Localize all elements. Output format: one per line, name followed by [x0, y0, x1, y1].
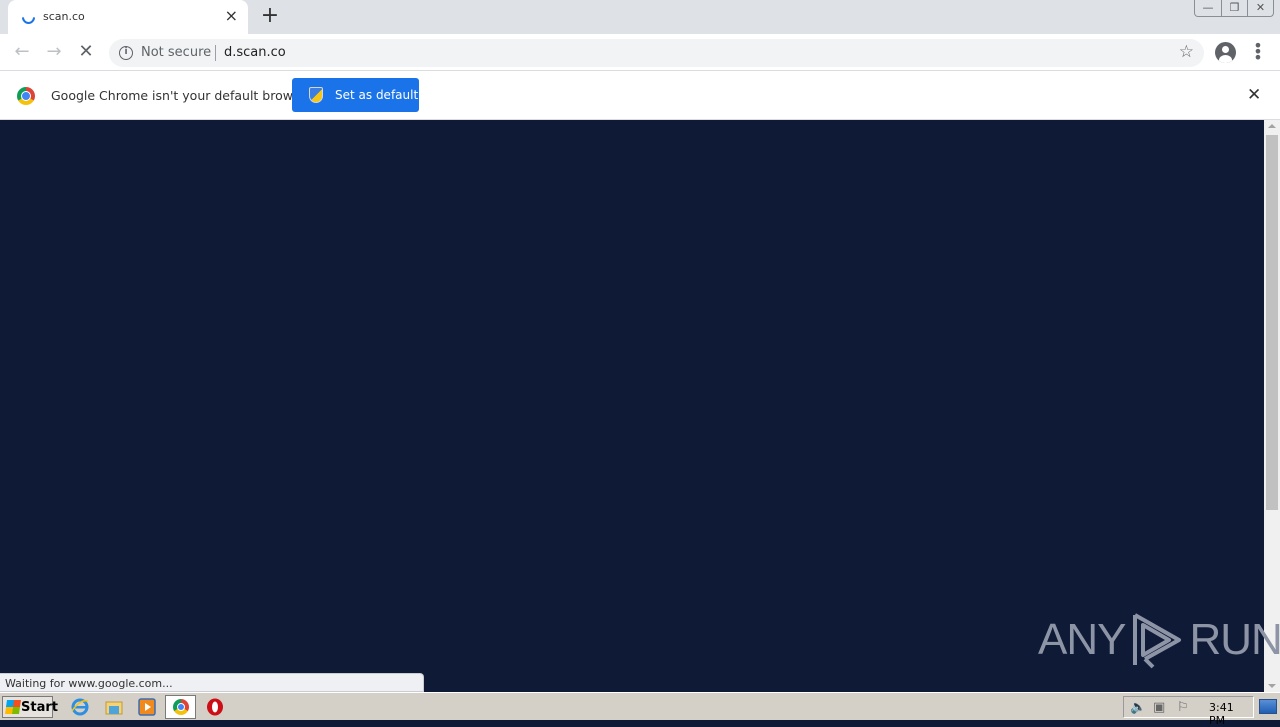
status-bubble: Waiting for www.google.com... — [0, 673, 424, 692]
tab-active[interactable]: scan.co × — [8, 0, 248, 34]
chrome-logo-icon — [17, 87, 35, 105]
profile-avatar-icon[interactable] — [1215, 42, 1236, 63]
bookmark-star-icon[interactable]: ☆ — [1179, 42, 1194, 62]
back-button[interactable]: ← — [10, 41, 34, 63]
media-player-icon[interactable] — [137, 697, 157, 717]
info-icon[interactable]: i — [119, 46, 133, 60]
show-desktop-button[interactable] — [1259, 699, 1277, 714]
windows-taskbar: Start 🔈 ▣ ⚐ 3:41 PM — [0, 692, 1280, 727]
opera-icon[interactable] — [205, 697, 225, 717]
tab-close-button[interactable]: × — [225, 7, 238, 25]
scroll-down-arrow-icon[interactable] — [1268, 684, 1276, 688]
action-center-flag-icon[interactable]: ⚐ — [1177, 700, 1189, 715]
start-label: Start — [21, 700, 58, 715]
anyrun-watermark: ANY RUN — [1038, 606, 1280, 674]
restore-button[interactable]: ❐ — [1221, 0, 1247, 16]
infobar-close-button[interactable]: ✕ — [1247, 85, 1261, 105]
system-tray: 🔈 ▣ ⚐ 3:41 PM — [1123, 696, 1254, 727]
forward-button[interactable]: → — [42, 41, 66, 63]
close-window-button[interactable]: ✕ — [1247, 0, 1273, 16]
url-text[interactable]: d.scan.co — [224, 45, 286, 60]
watermark-text-left: ANY — [1038, 615, 1126, 664]
address-bar[interactable]: i Not secure d.scan.co ☆ — [109, 39, 1204, 67]
minimize-button[interactable]: — — [1195, 0, 1221, 16]
browser-toolbar: ← → ✕ i Not secure d.scan.co ☆ • • • — [0, 34, 1280, 71]
uac-shield-icon — [309, 87, 323, 103]
internet-explorer-icon[interactable] — [70, 697, 90, 717]
window-controls: — ❐ ✕ — [1194, 0, 1274, 17]
play-logo-icon — [1133, 613, 1182, 669]
omnibox-separator — [215, 45, 216, 61]
windows-logo-icon — [5, 700, 21, 714]
watermark-text-right: RUN — [1189, 615, 1280, 664]
browser-menu-button[interactable]: • • • — [1253, 38, 1263, 66]
infobar-message: Google Chrome isn't your default browser — [51, 88, 313, 103]
default-browser-infobar: Google Chrome isn't your default browser… — [0, 71, 1280, 120]
chrome-icon — [173, 699, 189, 715]
set-as-default-label: Set as default — [335, 88, 419, 102]
clock[interactable]: 3:41 PM — [1209, 701, 1253, 727]
tab-title: scan.co — [43, 10, 85, 23]
new-tab-button[interactable]: + — [259, 4, 281, 28]
file-explorer-icon[interactable] — [104, 697, 124, 717]
network-icon[interactable]: ▣ — [1153, 700, 1165, 715]
set-as-default-button[interactable]: Set as default — [292, 78, 419, 112]
stop-loading-button[interactable]: ✕ — [74, 41, 98, 63]
loading-spinner-icon — [19, 8, 38, 27]
tab-strip: scan.co × + — ❐ ✕ — [0, 0, 1280, 34]
scroll-up-arrow-icon[interactable] — [1268, 124, 1276, 128]
volume-icon[interactable]: 🔈 — [1130, 700, 1146, 715]
security-label[interactable]: Not secure — [141, 45, 211, 60]
start-button[interactable]: Start — [2, 696, 58, 718]
scrollbar-thumb[interactable] — [1266, 135, 1278, 510]
chrome-taskbar-button[interactable] — [165, 695, 196, 719]
